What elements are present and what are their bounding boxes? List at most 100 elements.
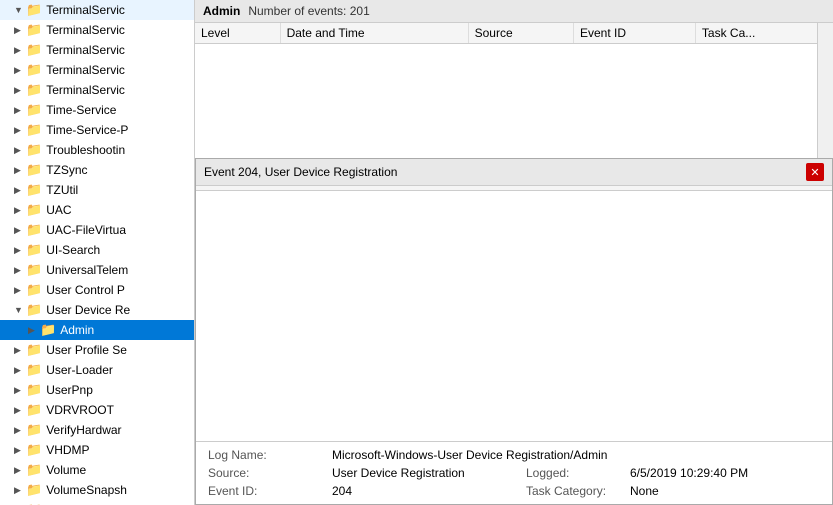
- arrow-icon: ▼: [14, 5, 26, 15]
- folder-icon: 📁: [26, 482, 42, 498]
- folder-icon: 📁: [26, 122, 42, 138]
- arrow-icon: ▶: [14, 345, 26, 356]
- folder-icon: 📁: [26, 442, 42, 458]
- folder-icon: 📁: [26, 42, 42, 58]
- arrow-icon: ▶: [14, 185, 26, 196]
- log-name-value: Microsoft-Windows-User Device Registrati…: [332, 448, 820, 462]
- sidebar-item-label: Troubleshootin: [46, 143, 125, 157]
- sidebar-item-label: UniversalTelem: [46, 263, 128, 277]
- folder-icon: 📁: [26, 222, 42, 238]
- folder-icon: 📁: [26, 382, 42, 398]
- sidebar-item-label: UAC-FileVirtua: [46, 223, 126, 237]
- source-label: Source:: [208, 466, 328, 480]
- sidebar-item-0[interactable]: ▼📁TerminalServic: [0, 0, 194, 20]
- arrow-icon: ▶: [14, 65, 26, 76]
- dialog-title-bar: Event 204, User Device Registration ✕: [196, 159, 832, 186]
- source-value: User Device Registration: [332, 466, 522, 480]
- sidebar-item-24[interactable]: ▶📁 VolumeSnapsh: [0, 480, 194, 500]
- folder-icon: 📁: [26, 162, 42, 178]
- arrow-icon: ▶: [14, 25, 26, 36]
- sidebar-item-21[interactable]: ▶📁VerifyHardwar: [0, 420, 194, 440]
- sidebar-item-13[interactable]: ▶📁 UniversalTelem: [0, 260, 194, 280]
- folder-icon: 📁: [26, 362, 42, 378]
- folder-icon: 📁: [26, 462, 42, 478]
- sidebar-item-label: Admin: [60, 323, 94, 337]
- sidebar-item-label: TerminalServic: [46, 83, 125, 97]
- arrow-icon: ▶: [14, 405, 26, 416]
- folder-icon: 📁: [26, 262, 42, 278]
- event-id-label: Event ID:: [208, 484, 328, 498]
- sidebar-item-7[interactable]: ▶📁Troubleshootin: [0, 140, 194, 160]
- sidebar-item-11[interactable]: ▶📁 UAC-FileVirtua: [0, 220, 194, 240]
- sidebar-item-label: VHDMP: [46, 443, 89, 457]
- column-header-0[interactable]: Level: [195, 23, 280, 44]
- folder-icon: 📁: [26, 102, 42, 118]
- sidebar-item-label: UI-Search: [46, 243, 100, 257]
- sidebar-item-label: Time-Service: [46, 103, 116, 117]
- sidebar-item-12[interactable]: ▶📁UI-Search: [0, 240, 194, 260]
- arrow-icon: ▶: [14, 385, 26, 396]
- sidebar-item-19[interactable]: ▶📁 UserPnp: [0, 380, 194, 400]
- logged-value: 6/5/2019 10:29:40 PM: [630, 466, 820, 480]
- sidebar-item-1[interactable]: ▶📁TerminalServic: [0, 20, 194, 40]
- folder-icon: 📁: [40, 322, 56, 338]
- column-header-2[interactable]: Source: [468, 23, 573, 44]
- arrow-icon: ▶: [14, 205, 26, 216]
- sidebar-item-label: TerminalServic: [46, 3, 125, 17]
- sidebar-item-label: UserPnp: [46, 383, 93, 397]
- sidebar-item-label: VerifyHardwar: [46, 423, 121, 437]
- folder-icon: 📁: [26, 302, 42, 318]
- detail-dialog: Event 204, User Device Registration ✕ Lo…: [195, 158, 833, 505]
- folder-icon: 📁: [26, 282, 42, 298]
- sidebar-item-label: Volume: [46, 463, 86, 477]
- arrow-icon: ▶: [14, 485, 26, 496]
- sidebar-item-label: TerminalServic: [46, 43, 125, 57]
- sidebar-item-label: TerminalServic: [46, 63, 125, 77]
- sidebar-item-23[interactable]: ▶📁Volume: [0, 460, 194, 480]
- sidebar-item-3[interactable]: ▶📁TerminalServic: [0, 60, 194, 80]
- sidebar-item-22[interactable]: ▶📁VHDMP: [0, 440, 194, 460]
- sidebar-item-17[interactable]: ▶📁User Profile Se: [0, 340, 194, 360]
- table-header-row: LevelDate and TimeSourceEvent IDTask Ca.…: [195, 23, 833, 44]
- folder-icon: 📁: [26, 242, 42, 258]
- sidebar-item-label: User-Loader: [46, 363, 113, 377]
- folder-icon: 📁: [26, 202, 42, 218]
- arrow-icon: ▶: [14, 165, 26, 176]
- scrollbar[interactable]: [817, 23, 833, 158]
- arrow-icon: ▼: [14, 305, 26, 315]
- arrow-icon: ▶: [14, 145, 26, 156]
- sidebar-item-5[interactable]: ▶📁 Time-Service: [0, 100, 194, 120]
- sidebar-item-label: TZSync: [46, 163, 87, 177]
- arrow-icon: ▶: [14, 225, 26, 236]
- column-header-3[interactable]: Event ID: [574, 23, 696, 44]
- sidebar-item-15[interactable]: ▼📁User Device Re: [0, 300, 194, 320]
- sidebar-item-18[interactable]: ▶📁User-Loader: [0, 360, 194, 380]
- close-button[interactable]: ✕: [806, 163, 824, 181]
- sidebar-item-2[interactable]: ▶📁TerminalServic: [0, 40, 194, 60]
- sidebar-item-9[interactable]: ▶📁TZUtil: [0, 180, 194, 200]
- arrow-icon: ▶: [14, 265, 26, 276]
- sidebar-item-16[interactable]: ▶📁Admin: [0, 320, 194, 340]
- arrow-icon: ▶: [14, 285, 26, 296]
- column-header-1[interactable]: Date and Time: [280, 23, 468, 44]
- sidebar-item-label: VolumeSnapsh: [46, 483, 127, 497]
- sidebar-item-25[interactable]: ▶📁Vpn Plugin Pla: [0, 500, 194, 505]
- task-cat-label: Task Category:: [526, 484, 626, 498]
- logged-label: Logged:: [526, 466, 626, 480]
- log-name-label: Log Name:: [208, 448, 328, 462]
- sidebar-item-20[interactable]: ▶📁VDRVROOT: [0, 400, 194, 420]
- sidebar-item-label: VDRVROOT: [46, 403, 114, 417]
- main-panel: Admin Number of events: 201 LevelDate an…: [195, 0, 833, 505]
- folder-icon: 📁: [26, 22, 42, 38]
- sidebar-item-14[interactable]: ▶📁User Control P: [0, 280, 194, 300]
- arrow-icon: ▶: [14, 105, 26, 116]
- sidebar-item-label: User Profile Se: [46, 343, 127, 357]
- events-table-area: LevelDate and TimeSourceEvent IDTask Ca.…: [195, 23, 833, 158]
- sidebar-item-4[interactable]: ▶📁TerminalServic: [0, 80, 194, 100]
- sidebar-item-6[interactable]: ▶📁Time-Service-P: [0, 120, 194, 140]
- sidebar-item-8[interactable]: ▶📁 TZSync: [0, 160, 194, 180]
- column-header-4[interactable]: Task Ca...: [695, 23, 832, 44]
- event-count: Number of events: 201: [248, 4, 369, 18]
- header-bar: Admin Number of events: 201: [195, 0, 833, 23]
- sidebar-item-10[interactable]: ▶📁UAC: [0, 200, 194, 220]
